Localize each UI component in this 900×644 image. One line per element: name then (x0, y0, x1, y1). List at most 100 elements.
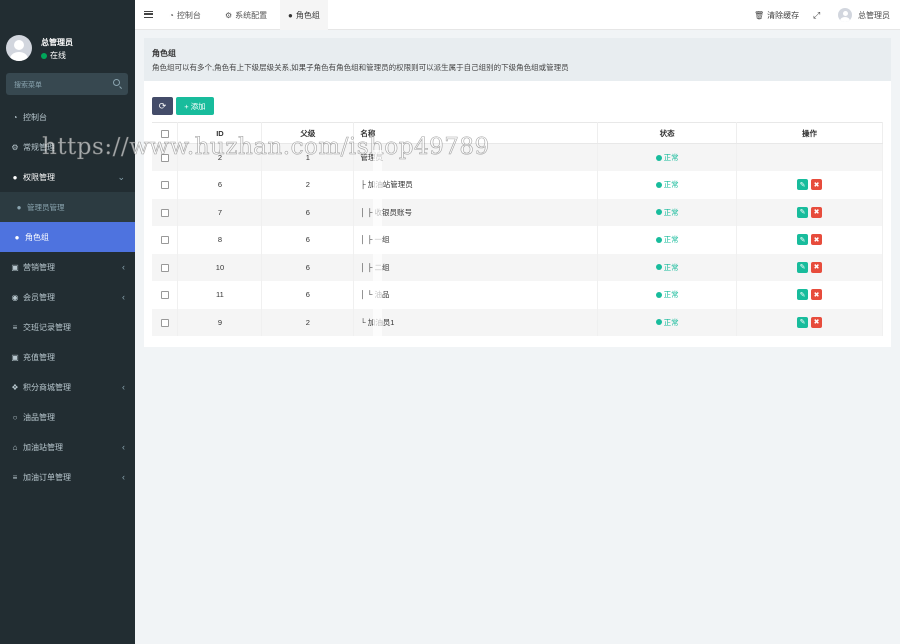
status-badge[interactable]: 正常 (655, 289, 679, 300)
delete-icon[interactable]: ✖ (811, 316, 823, 328)
sidebar-item-recharge[interactable]: ▣ 充值管理 (0, 342, 135, 372)
row-checkbox[interactable] (152, 308, 179, 336)
tab-role-group[interactable]: ● 角色组 (280, 0, 328, 30)
delete-icon[interactable]: ✖ (811, 206, 823, 218)
edit-icon[interactable]: ✎ (797, 261, 809, 273)
status-badge[interactable]: 正常 (655, 234, 679, 245)
sidebar-item-dashboard[interactable]: ◔ 控制台 (0, 102, 135, 132)
status-badge[interactable]: 正常 (655, 207, 679, 218)
avatar (838, 8, 852, 22)
sidebar-item-general[interactable]: ⚙ 常规管理 (0, 132, 135, 162)
edit-icon[interactable]: ✎ (797, 289, 809, 301)
status-dot-icon (655, 264, 662, 271)
page-title: 角色组 (152, 49, 176, 58)
edit-icon[interactable]: ✎ (797, 234, 809, 246)
col-status: 状态 (597, 122, 738, 144)
select-all-checkbox[interactable] (152, 122, 179, 144)
row-checkbox[interactable] (152, 171, 179, 199)
table-row[interactable]: 9 2 └ 加油员1 正常 ✎ ✖ (152, 308, 883, 336)
sidebar-search-input[interactable]: 搜索菜单 (6, 73, 128, 95)
tab-dashboard[interactable]: ◔ 控制台 (161, 0, 209, 30)
delete-icon[interactable]: ✖ (811, 234, 823, 246)
user-status: 在线 (41, 50, 66, 61)
cubes-icon: ❖ (11, 382, 19, 392)
add-label: 添加 (190, 101, 206, 111)
table-row[interactable]: 7 6 │ ├ 收银员账号 正常 ✎ ✖ (152, 198, 883, 226)
chevron-left-icon: ‹ (122, 292, 125, 302)
row-actions: ✎ ✖ (797, 179, 823, 191)
row-checkbox[interactable] (152, 281, 179, 309)
sidebar-item-oil-products[interactable]: ○ 油品管理 (0, 402, 135, 432)
bank-icon: ⌂ (12, 442, 18, 452)
search-icon[interactable] (113, 79, 120, 86)
sidebar: 总管理员 在线 搜索菜单 ◔ 控制台 ⚙ 常规管理 ● 权限管理 ⌄ ● 管理员管理 ● 角… (0, 0, 135, 644)
status-dot-icon (655, 291, 662, 298)
cell-parent: 6 (261, 198, 355, 226)
menu-toggle-icon[interactable] (144, 11, 153, 18)
sidebar-item-role-group[interactable]: ● 角色组 (0, 222, 135, 252)
sidebar-item-members[interactable]: ◉ 会员管理 ‹ (0, 282, 135, 312)
tab-system-config[interactable]: ⚙ 系统配置 (217, 0, 275, 30)
avatar[interactable] (6, 35, 32, 61)
cell-ops: ✎ ✖ (736, 198, 883, 226)
trash-icon: 🗑 (754, 10, 765, 20)
online-dot-icon (41, 52, 47, 59)
cell-status: 正常 (597, 143, 738, 171)
admin-menu[interactable]: 总管理员 (838, 0, 890, 30)
col-id[interactable]: ID (177, 122, 263, 144)
sidebar-item-stations[interactable]: ⌂ 加油站管理 ‹ (0, 432, 135, 462)
fullscreen-icon[interactable]: ⤢ (813, 0, 820, 30)
edit-icon[interactable]: ✎ (797, 316, 809, 328)
edit-icon[interactable]: ✎ (797, 206, 809, 218)
delete-icon[interactable]: ✖ (811, 261, 823, 273)
delete-icon[interactable]: ✖ (811, 289, 823, 301)
status-dot-icon (655, 154, 662, 161)
delete-icon[interactable]: ✖ (811, 179, 823, 191)
cell-ops: ✎ ✖ (736, 308, 883, 336)
edit-icon[interactable]: ✎ (797, 179, 809, 191)
cell-parent: 2 (261, 308, 355, 336)
group-icon: ● (14, 232, 20, 242)
sidebar-item-auth[interactable]: ● 权限管理 ⌄ (0, 162, 135, 192)
col-name: 名称 (353, 122, 599, 144)
sidebar-item-admin[interactable]: ● 管理员管理 (0, 192, 135, 222)
cell-ops: ✎ ✖ (736, 281, 883, 309)
row-actions: ✎ ✖ (797, 234, 823, 246)
sidebar-item-label: 充值管理 (23, 352, 55, 362)
status-badge[interactable]: 正常 (655, 152, 679, 163)
table-row[interactable]: 10 6 │ ├ 二组 正常 ✎ ✖ (152, 253, 883, 281)
sidebar-item-points-mall[interactable]: ❖ 积分商城管理 ‹ (0, 372, 135, 402)
page-description: 角色组可以有多个,角色有上下级层级关系,如果子角色有角色组和管理员的权限则可以派… (152, 63, 569, 72)
clear-cache-button[interactable]: 🗑 清除缓存 (754, 0, 799, 30)
status-badge[interactable]: 正常 (655, 317, 679, 328)
gear-icon: ⚙ (225, 10, 233, 20)
row-checkbox[interactable] (152, 143, 179, 171)
sidebar-item-label: 交班记录管理 (23, 322, 71, 332)
sidebar-item-marketing[interactable]: ▣ 营销管理 ‹ (0, 252, 135, 282)
table-row[interactable]: 2 1 管理员 正常 (152, 143, 883, 171)
cell-status: 正常 (597, 198, 738, 226)
sidebar-item-fuel-orders[interactable]: ≡ 加油订单管理 ‹ (0, 462, 135, 492)
chevron-left-icon: ‹ (122, 262, 125, 272)
money-icon: ▣ (11, 352, 19, 362)
user-panel: 总管理员 在线 (0, 0, 135, 70)
refresh-button[interactable]: ⟳ (152, 97, 173, 115)
status-badge[interactable]: 正常 (655, 179, 679, 190)
table-row[interactable]: 6 2 ├ 加油站管理员 正常 ✎ ✖ (152, 171, 883, 199)
row-checkbox[interactable] (152, 253, 179, 281)
status-badge[interactable]: 正常 (655, 262, 679, 273)
tab-label: 系统配置 (235, 10, 268, 20)
cell-id: 11 (177, 281, 263, 309)
status-dot-icon (655, 181, 662, 188)
sidebar-item-label: 加油订单管理 (23, 472, 71, 482)
sidebar-item-shift-records[interactable]: ≡ 交班记录管理 (0, 312, 135, 342)
topbar: ◔ 控制台 ⚙ 系统配置 ● 角色组 🗑 清除缓存 ⤢ 总管理员 (135, 0, 900, 30)
add-button[interactable]: + 添加 (176, 97, 214, 115)
row-checkbox[interactable] (152, 198, 179, 226)
dashboard-icon: ◔ (169, 10, 174, 20)
row-checkbox[interactable] (152, 226, 179, 254)
cell-status: 正常 (597, 226, 738, 254)
table-row[interactable]: 11 6 │ └ 油品 正常 ✎ ✖ (152, 281, 883, 309)
table-row[interactable]: 8 6 │ ├ 一组 正常 ✎ ✖ (152, 226, 883, 254)
chevron-left-icon: ‹ (122, 442, 125, 452)
